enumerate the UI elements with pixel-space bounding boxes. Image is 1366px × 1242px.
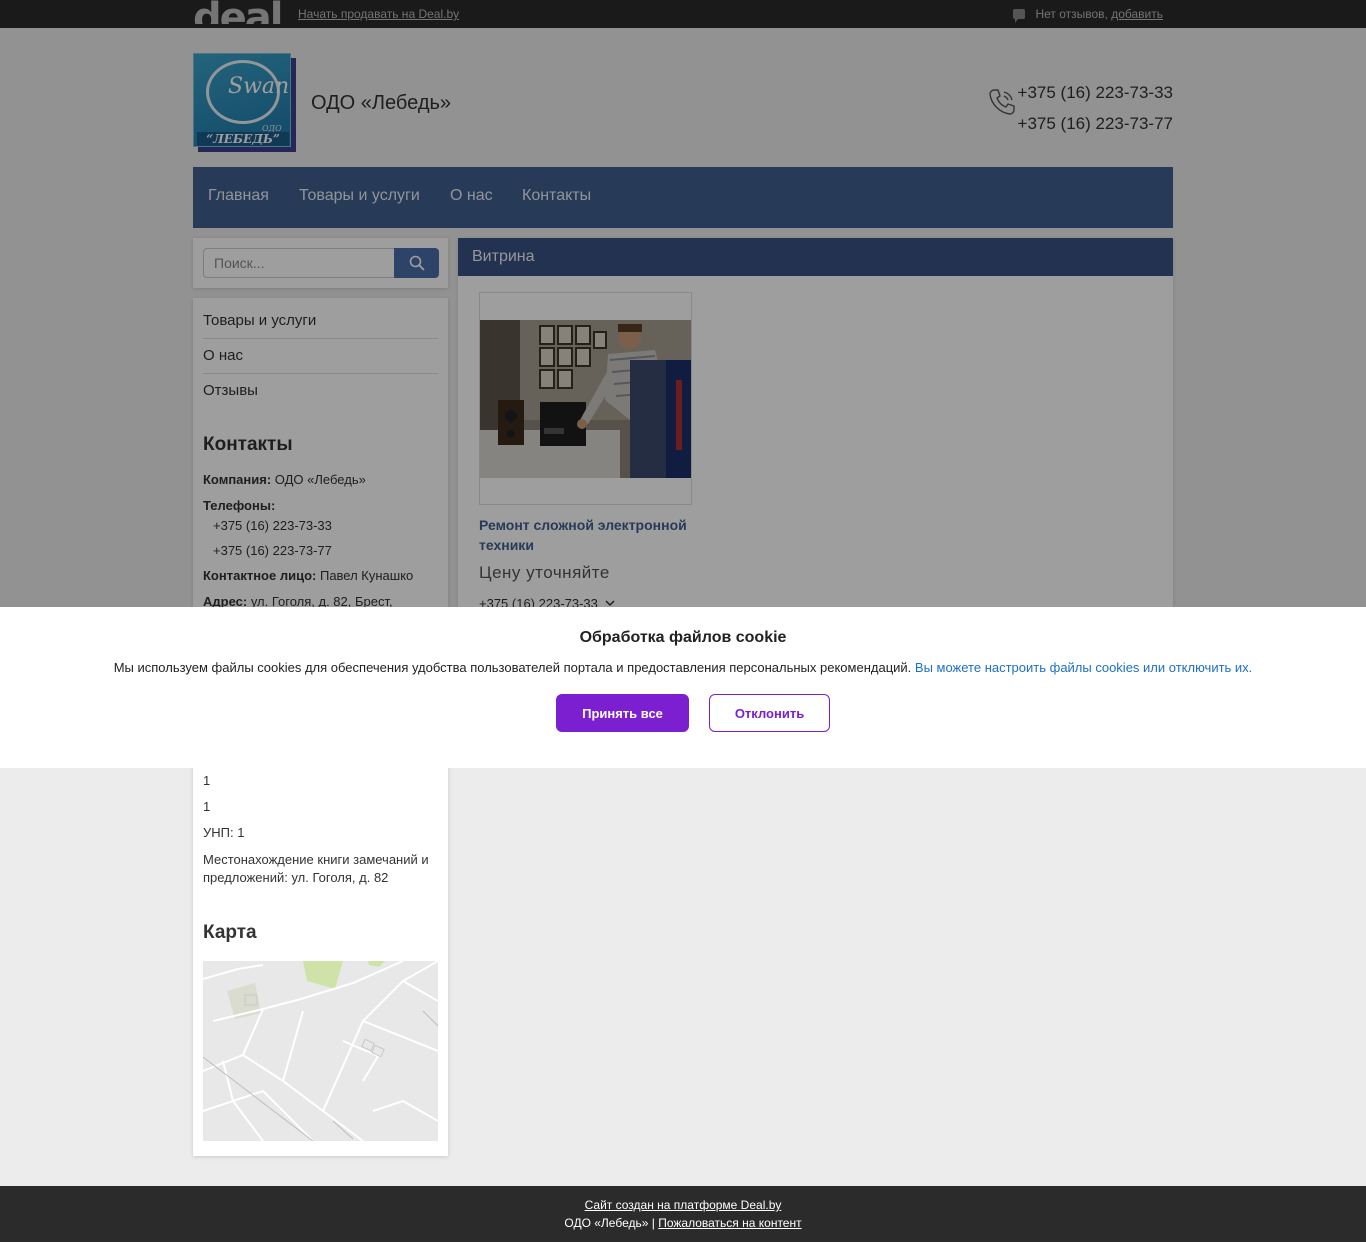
- footer-company: ОДО «Лебедь» |: [564, 1216, 655, 1230]
- info-line-1: 1: [203, 773, 211, 788]
- complaints-book: Местонахождение книги замечаний и предло…: [203, 852, 429, 885]
- map-title: Карта: [203, 922, 257, 943]
- unp: УНП: 1: [203, 825, 245, 840]
- cookie-description: Мы используем файлы cookies для обеспече…: [113, 660, 912, 675]
- map[interactable]: [203, 961, 438, 1141]
- platform-link[interactable]: Сайт создан на платформе Deal.by: [585, 1198, 782, 1212]
- cookie-settings-link[interactable]: Вы можете настроить файлы cookies или от…: [915, 660, 1252, 675]
- map-streets: [203, 961, 438, 1141]
- decline-button[interactable]: Отклонить: [709, 694, 830, 732]
- modal-backdrop: [0, 0, 1366, 607]
- cookie-banner: Обработка файлов cookie Мы используем фа…: [0, 607, 1366, 768]
- cookie-title: Обработка файлов cookie: [579, 629, 787, 646]
- info-line-2: 1: [203, 799, 211, 814]
- accept-all-button[interactable]: Принять все: [556, 694, 689, 732]
- cookie-text: Мы используем файлы cookies для обеспече…: [0, 660, 1366, 675]
- complain-link[interactable]: Пожаловаться на контент: [658, 1216, 801, 1230]
- footer: Сайт создан на платформе Deal.by ОДО «Ле…: [0, 1186, 1366, 1242]
